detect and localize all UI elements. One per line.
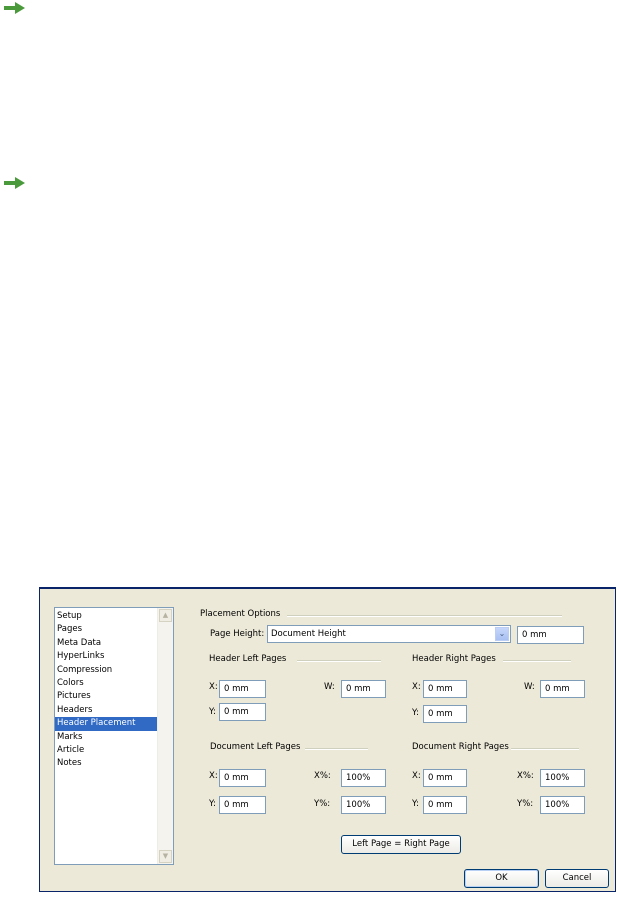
list-item-header-placement[interactable]: Header Placement	[55, 717, 161, 731]
list-item-notes[interactable]: Notes	[55, 757, 161, 770]
placement-options-title: Placement Options	[200, 609, 281, 619]
dropdown-chevron-icon[interactable]: ⌄	[495, 627, 509, 641]
document-left-xpct-input[interactable]: 100%	[341, 769, 386, 787]
document-left-x-label: X:	[209, 771, 218, 781]
document-right-ypct-input[interactable]: 100%	[540, 796, 585, 814]
header-right-title: Header Right Pages	[412, 654, 496, 664]
list-item-setup[interactable]: Setup	[55, 610, 161, 623]
divider	[297, 660, 381, 662]
list-item-colors[interactable]: Colors	[55, 677, 161, 690]
header-right-w-label: W:	[524, 682, 535, 692]
scroll-down-icon[interactable]: ▼	[159, 850, 172, 863]
document-left-xpct-label: X%:	[314, 771, 331, 781]
list-scrollbar[interactable]: ▲ ▼	[157, 608, 173, 864]
document-left-ypct-label: Y%:	[314, 799, 331, 809]
header-right-x-label: X:	[412, 682, 421, 692]
pdf-export-dialog: Setup Pages Meta Data HyperLinks Compression…	[39, 587, 616, 892]
arrow-right-icon	[4, 177, 25, 189]
header-right-w-input[interactable]: 0 mm	[540, 680, 585, 698]
scroll-up-icon[interactable]: ▲	[159, 609, 172, 622]
divider	[511, 748, 579, 750]
document-left-title: Document Left Pages	[210, 742, 301, 752]
page-height-value: Document Height	[271, 629, 346, 639]
header-right-y-input[interactable]: 0 mm	[423, 705, 467, 723]
document-right-ypct-label: Y%:	[517, 799, 534, 809]
document-left-y-label: Y:	[209, 799, 216, 809]
document-left-y-input[interactable]: 0 mm	[219, 796, 266, 814]
document-right-y-input[interactable]: 0 mm	[423, 796, 467, 814]
list-item-marks[interactable]: Marks	[55, 731, 161, 744]
page-height-label: Page Height:	[210, 629, 265, 639]
list-item-hyperlinks[interactable]: HyperLinks	[55, 650, 161, 663]
header-left-y-label: Y:	[209, 707, 216, 717]
divider	[305, 748, 368, 750]
page-height-mm-input[interactable]: 0 mm	[517, 626, 584, 644]
document-right-xpct-input[interactable]: 100%	[540, 769, 585, 787]
cancel-button[interactable]: Cancel	[545, 869, 609, 888]
document-left-x-input[interactable]: 0 mm	[219, 769, 266, 787]
ok-button[interactable]: OK	[464, 869, 539, 888]
document-right-title: Document Right Pages	[412, 742, 509, 752]
settings-category-list[interactable]: Setup Pages Meta Data HyperLinks Compression…	[54, 607, 174, 865]
header-left-y-input[interactable]: 0 mm	[219, 703, 266, 721]
header-left-x-input[interactable]: 0 mm	[219, 680, 266, 698]
list-item-article[interactable]: Article	[55, 744, 161, 757]
document-right-x-input[interactable]: 0 mm	[423, 769, 467, 787]
divider	[503, 660, 571, 662]
list-item-pictures[interactable]: Pictures	[55, 690, 161, 703]
list-item-pages[interactable]: Pages	[55, 623, 161, 636]
header-right-x-input[interactable]: 0 mm	[423, 680, 467, 698]
header-right-y-label: Y:	[412, 708, 419, 718]
header-left-x-label: X:	[209, 682, 218, 692]
document-right-x-label: X:	[412, 771, 421, 781]
list-item-compression[interactable]: Compression	[55, 664, 161, 677]
document-right-xpct-label: X%:	[517, 771, 534, 781]
header-left-w-input[interactable]: 0 mm	[341, 680, 386, 698]
page-height-select[interactable]: Document Height ⌄	[267, 625, 511, 643]
list-item-meta-data[interactable]: Meta Data	[55, 637, 161, 650]
divider	[287, 615, 562, 617]
header-left-title: Header Left Pages	[209, 654, 287, 664]
arrow-right-icon	[4, 2, 25, 14]
left-equals-right-button[interactable]: Left Page = Right Page	[341, 835, 461, 854]
document-left-ypct-input[interactable]: 100%	[341, 796, 386, 814]
document-right-y-label: Y:	[412, 799, 419, 809]
list-item-headers[interactable]: Headers	[55, 704, 161, 717]
header-left-w-label: W:	[324, 682, 335, 692]
